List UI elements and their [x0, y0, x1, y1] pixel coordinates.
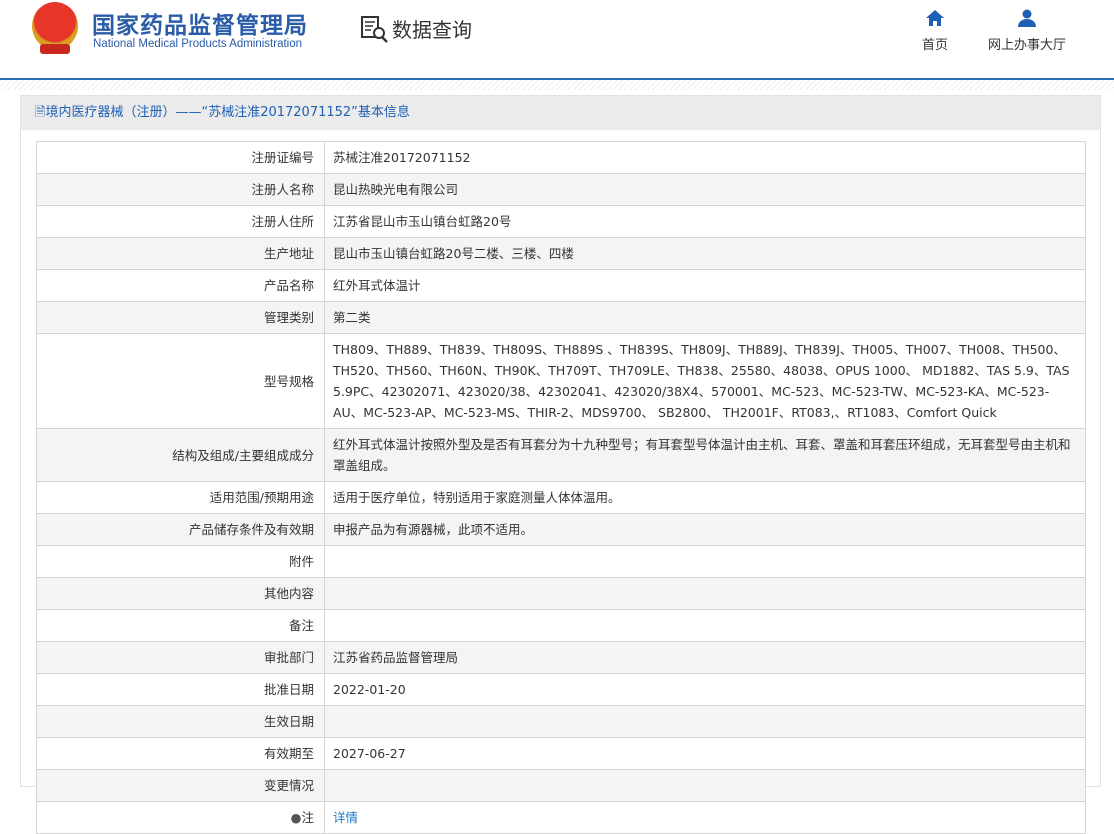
nav-home[interactable]: 首页	[922, 8, 948, 53]
field-value: 适用于医疗单位，特别适用于家庭测量人体体温用。	[324, 481, 1086, 514]
nav-home-label: 首页	[922, 38, 949, 53]
field-value: 红外耳式体温计	[324, 269, 1086, 302]
field-label: 注册人名称	[36, 173, 325, 206]
field-label: 附件	[36, 545, 325, 578]
field-label: 产品名称	[36, 269, 325, 302]
document-icon: 🗎	[35, 105, 46, 120]
detail-panel: 🗎境内医疗器械（注册）——“苏械注准20172071152”基本信息 注册证编号…	[20, 95, 1101, 834]
field-label: 注册人住所	[36, 205, 325, 238]
field-label: 审批部门	[36, 641, 325, 674]
field-value	[324, 609, 1086, 642]
field-label: 批准日期	[36, 673, 325, 706]
field-label: 其他内容	[36, 577, 325, 610]
table-row: 生产地址 昆山市玉山镇台虹路20号二楼、三楼、四楼	[36, 237, 1086, 270]
pin-icon: ●	[290, 810, 302, 825]
field-value: 昆山热映光电有限公司	[324, 173, 1086, 206]
field-label: 有效期至	[36, 737, 325, 770]
field-value: 红外耳式体温计按照外型及是否有耳套分为十九种型号；有耳套型号体温计由主机、耳套、…	[324, 428, 1086, 482]
field-value	[324, 769, 1086, 802]
details-link[interactable]: 详情	[333, 810, 358, 825]
field-value: 详情	[324, 801, 1086, 834]
national-emblem-logo	[32, 2, 78, 54]
field-label: 备注	[36, 609, 325, 642]
field-value: 昆山市玉山镇台虹路20号二楼、三楼、四楼	[324, 237, 1086, 270]
user-icon	[1018, 9, 1036, 27]
home-icon	[926, 10, 944, 26]
table-row: 附件	[36, 545, 1086, 578]
logo-title-cn[interactable]: 国家药品监督管理局	[92, 6, 308, 40]
table-row: 审批部门 江苏省药品监督管理局	[36, 641, 1086, 674]
field-label: 生效日期	[36, 705, 325, 738]
table-row: 注册证编号 苏械注准20172071152	[36, 141, 1086, 174]
field-label: 生产地址	[36, 237, 325, 270]
table-row: 适用范围/预期用途 适用于医疗单位，特别适用于家庭测量人体体温用。	[36, 481, 1086, 514]
table-row: 变更情况	[36, 769, 1086, 802]
document-search-icon	[361, 15, 388, 43]
field-value	[324, 545, 1086, 578]
site-header: 国家药品监督管理局 National Medical Products Admi…	[0, 0, 1114, 78]
field-value: 2027-06-27	[324, 737, 1086, 770]
table-row: 注册人住所 江苏省昆山市玉山镇台虹路20号	[36, 205, 1086, 238]
field-label: 变更情况	[36, 769, 325, 802]
table-row: 备注	[36, 609, 1086, 642]
table-row: 生效日期	[36, 705, 1086, 738]
table-row: 产品名称 红外耳式体温计	[36, 269, 1086, 302]
table-row-note: ●注 详情	[36, 801, 1086, 834]
field-label: ●注	[36, 801, 325, 834]
table-row: 管理类别 第二类	[36, 301, 1086, 334]
field-value: 申报产品为有源器械，此项不适用。	[324, 513, 1086, 546]
detail-table: 注册证编号 苏械注准20172071152 注册人名称 昆山热映光电有限公司 注册人住所…	[36, 141, 1086, 834]
field-value: 苏械注准20172071152	[324, 141, 1086, 174]
field-label: 管理类别	[36, 301, 325, 334]
panel-title-text: 境内医疗器械（注册）——“苏械注准20172071152”基本信息	[45, 105, 410, 120]
field-label: 型号规格	[36, 333, 325, 429]
field-label: 适用范围/预期用途	[36, 481, 325, 514]
table-row: 注册人名称 昆山热映光电有限公司	[36, 173, 1086, 206]
panel-title: 🗎境内医疗器械（注册）——“苏械注准20172071152”基本信息	[21, 96, 1100, 130]
data-query-title: 数据查询	[360, 14, 472, 43]
field-label: 注册证编号	[36, 141, 325, 174]
section-label: 数据查询	[392, 18, 472, 42]
logo-title-en[interactable]: National Medical Products Administration	[93, 38, 302, 50]
field-value: 2022-01-20	[324, 673, 1086, 706]
table-row: 结构及组成/主要组成成分 红外耳式体温计按照外型及是否有耳套分为十九种型号；有耳套…	[36, 428, 1086, 482]
nav-online-hall[interactable]: 网上办事大厅	[988, 8, 1066, 53]
header-divider	[0, 78, 1114, 90]
field-label: 产品储存条件及有效期	[36, 513, 325, 546]
table-row: 其他内容	[36, 577, 1086, 610]
field-label: 结构及组成/主要组成成分	[36, 428, 325, 482]
table-row: 产品储存条件及有效期 申报产品为有源器械，此项不适用。	[36, 513, 1086, 546]
field-value: 江苏省昆山市玉山镇台虹路20号	[324, 205, 1086, 238]
note-label: 注	[301, 810, 314, 825]
table-row: 有效期至 2027-06-27	[36, 737, 1086, 770]
field-value	[324, 705, 1086, 738]
field-value: TH809、TH889、TH839、TH809S、TH889S 、TH839S、…	[324, 333, 1086, 429]
nav-online-hall-label: 网上办事大厅	[988, 38, 1067, 53]
table-row: 批准日期 2022-01-20	[36, 673, 1086, 706]
field-value	[324, 577, 1086, 610]
field-value: 第二类	[324, 301, 1086, 334]
table-row: 型号规格 TH809、TH889、TH839、TH809S、TH889S 、TH8…	[36, 333, 1086, 429]
field-value: 江苏省药品监督管理局	[324, 641, 1086, 674]
